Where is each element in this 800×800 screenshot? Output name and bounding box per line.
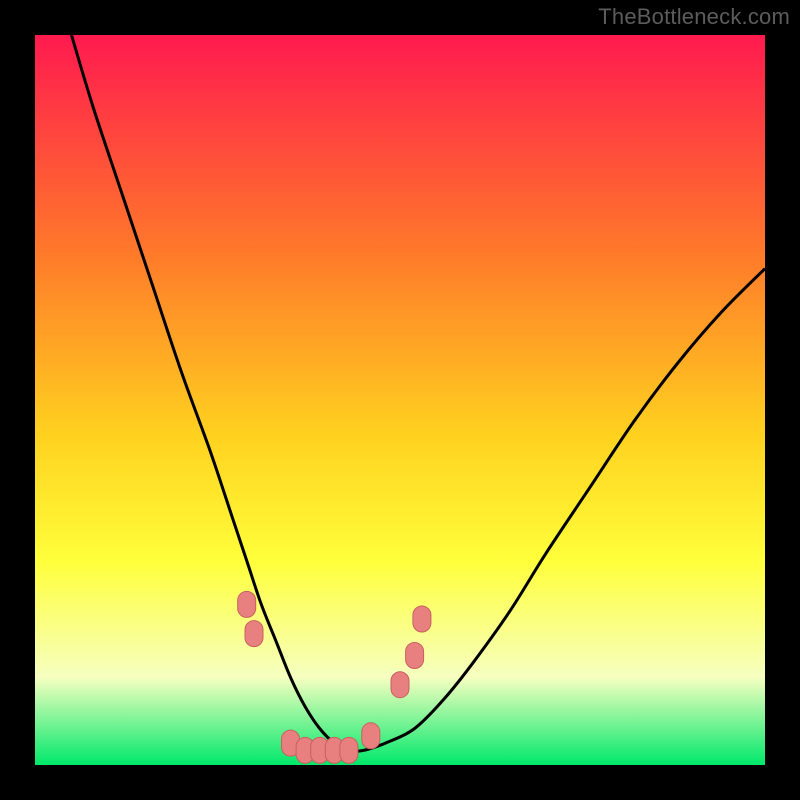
data-marker — [362, 723, 380, 749]
data-marker — [413, 606, 431, 632]
gradient-background — [35, 35, 765, 765]
data-marker — [406, 643, 424, 669]
chart-frame: TheBottleneck.com — [0, 0, 800, 800]
data-marker — [391, 672, 409, 698]
watermark-text: TheBottleneck.com — [598, 4, 790, 30]
data-marker — [245, 621, 263, 647]
data-marker — [340, 737, 358, 763]
bottleneck-chart — [35, 35, 765, 765]
data-marker — [238, 591, 256, 617]
plot-area — [35, 35, 765, 765]
